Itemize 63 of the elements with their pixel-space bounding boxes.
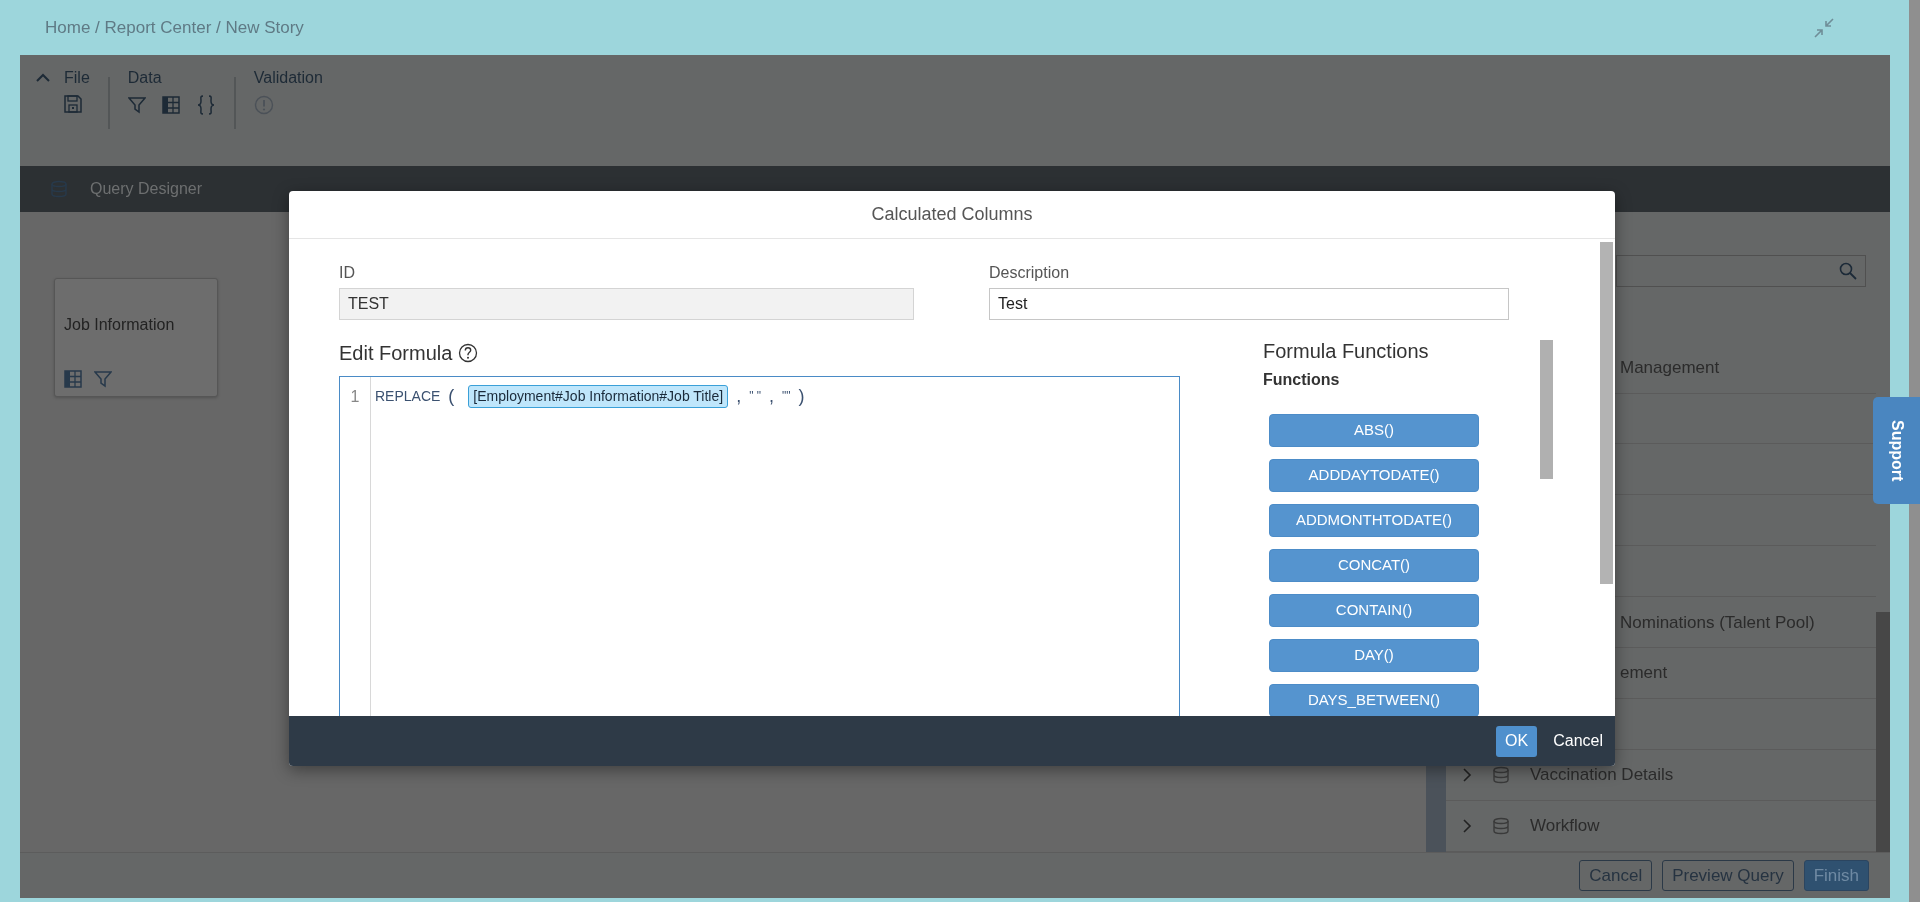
designer-title: Query Designer: [90, 179, 203, 199]
dialog-button[interactable]: Cancel: [1553, 729, 1603, 753]
entity-card[interactable]: Job Information: [54, 278, 218, 397]
input-field[interactable]: Test: [989, 288, 1509, 320]
section-title: Formula Functions: [1263, 340, 1430, 362]
toolbar-group-label: Data: [127, 69, 163, 87]
braces-icon[interactable]: [195, 95, 216, 115]
section-title: Edit Formula: [339, 341, 453, 366]
function-button[interactable]: DAYS_BETWEEN(): [1269, 684, 1479, 716]
footer-button[interactable]: Cancel: [1579, 860, 1653, 891]
tree-item-label[interactable]: ement: [1620, 660, 1668, 686]
code-string: " ": [749, 388, 762, 405]
tree-item-label[interactable]: Workflow: [1530, 813, 1600, 839]
save-icon[interactable]: [64, 95, 82, 113]
chevron-right-icon[interactable]: [1462, 819, 1472, 833]
function-button[interactable]: ADDMONTHTODATE(): [1269, 504, 1479, 537]
chevron-up-icon[interactable]: [36, 73, 50, 83]
field-token: [Employment#Job Information#Job Title]: [468, 384, 729, 408]
input-field[interactable]: TEST: [339, 288, 914, 320]
function-button[interactable]: DAY(): [1269, 639, 1479, 672]
dialog-button[interactable]: OK: [1496, 725, 1538, 757]
footer-button[interactable]: Preview Query: [1662, 860, 1794, 891]
footer-button[interactable]: Finish: [1803, 860, 1869, 891]
field-label: Description: [989, 264, 1071, 282]
code-keyword: REPLACE: [375, 386, 441, 406]
scrollbar[interactable]: [1540, 340, 1553, 479]
search-icon[interactable]: [1839, 261, 1857, 280]
line-number: 1: [349, 387, 361, 407]
collapse-icon[interactable]: [1814, 17, 1834, 38]
database-icon: [50, 180, 68, 198]
code-punctuation: ): [798, 384, 805, 408]
section-subtitle: Functions: [1263, 370, 1341, 390]
code-punctuation: ,: [769, 384, 775, 408]
code-string: "": [782, 388, 791, 405]
function-button[interactable]: CONCAT(): [1269, 549, 1479, 582]
filter-icon[interactable]: [127, 96, 146, 114]
function-button[interactable]: CONTAIN(): [1269, 594, 1479, 627]
function-button[interactable]: ABS(): [1269, 414, 1479, 447]
filter-icon[interactable]: [94, 370, 112, 388]
toolbar-group-label: Validation: [253, 69, 323, 87]
dialog-title: Calculated Columns: [871, 203, 1033, 226]
toolbar-group-label: File: [64, 69, 90, 87]
chevron-right-icon[interactable]: [1462, 768, 1472, 783]
scrollbar[interactable]: [1876, 612, 1890, 852]
alert-icon[interactable]: [253, 95, 274, 115]
scrollbar[interactable]: [1909, 0, 1920, 902]
tree-item-label[interactable]: Management: [1620, 354, 1720, 381]
table-icon[interactable]: [64, 370, 82, 388]
database-icon: [1492, 817, 1510, 835]
code-punctuation: (: [448, 384, 455, 408]
code-punctuation: ,: [736, 384, 742, 408]
tree-item-label[interactable]: Vaccination Details: [1530, 762, 1674, 788]
help-icon[interactable]: [458, 343, 479, 363]
search-field[interactable]: [1616, 255, 1866, 287]
table-icon[interactable]: [161, 96, 180, 114]
field-label: ID: [339, 264, 356, 282]
card-title: Job Information: [64, 315, 176, 335]
function-button[interactable]: ADDDAYTODATE(): [1269, 459, 1479, 492]
breadcrumb[interactable]: Home / Report Center / New Story: [45, 14, 304, 41]
support-tab[interactable]: Support: [1873, 397, 1920, 504]
scrollbar[interactable]: [1600, 242, 1613, 584]
database-icon: [1492, 766, 1510, 785]
tree-item-label[interactable]: Nominations (Talent Pool): [1620, 609, 1815, 635]
